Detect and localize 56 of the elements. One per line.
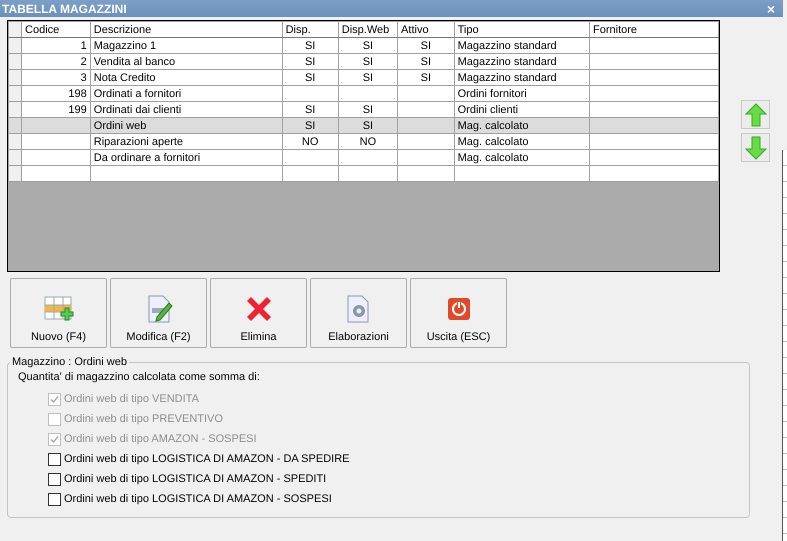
down-arrow-icon — [744, 136, 766, 160]
table-cell: SI — [282, 38, 338, 54]
up-arrow-icon — [744, 102, 766, 126]
table-cell: SI — [282, 118, 338, 134]
table-cell: Mag. calcolato — [454, 150, 590, 166]
table-cell: SI — [338, 70, 398, 86]
table-cell: Riparazioni aperte — [90, 134, 282, 150]
column-header[interactable]: Tipo — [454, 22, 590, 38]
toolbar-button[interactable]: Elaborazioni — [310, 278, 407, 348]
toolbar-button[interactable]: Elimina — [210, 278, 307, 348]
table-cell: Ordinati a fornitori — [90, 86, 282, 102]
window-title: TABELLA MAGAZZINI — [2, 2, 127, 16]
column-header[interactable]: Disp. — [282, 22, 338, 38]
table-cell: SI — [282, 70, 338, 86]
checkbox-option[interactable]: Ordini web di tipo LOGISTICA DI AMAZON - DA SPEDIRE — [48, 449, 749, 469]
table-cell: Mag. calcolato — [454, 118, 590, 134]
column-header[interactable]: Fornitore — [590, 22, 718, 38]
table-cell: Ordini fornitori — [454, 86, 590, 102]
column-header[interactable]: Descrizione — [90, 22, 282, 38]
table-cell: 2 — [22, 54, 90, 70]
table-cell: SI — [338, 38, 398, 54]
table-cell: NO — [338, 134, 398, 150]
toolbar-button[interactable]: Uscita (ESC) — [410, 278, 507, 348]
column-header[interactable]: Disp.Web — [338, 22, 398, 38]
table-cell: Vendita al banco — [90, 54, 282, 70]
table-cell: Ordini web — [90, 118, 282, 134]
checkbox[interactable] — [48, 492, 61, 506]
table-cell: Da ordinare a fornitori — [90, 150, 282, 166]
group-caption: Quantita' di magazzino calcolata come somma di: — [18, 371, 261, 383]
checkbox-option[interactable]: Ordini web di tipo LOGISTICA DI AMAZON - SPEDITI — [48, 469, 749, 489]
checkbox-option[interactable]: Ordini web di tipo LOGISTICA DI AMAZON - SOSPESI — [48, 489, 749, 509]
move-up-button[interactable] — [741, 100, 770, 129]
move-down-button[interactable] — [741, 133, 770, 162]
table-cell: 198 — [22, 86, 90, 102]
toolbar-button[interactable]: Modifica (F2) — [110, 278, 207, 348]
table-cell: Mag. calcolato — [454, 134, 590, 150]
checkbox[interactable] — [48, 452, 61, 466]
table-cell: SI — [338, 118, 398, 134]
table-cell: SI — [338, 54, 398, 70]
column-header[interactable]: Attivo — [398, 22, 454, 38]
group-legend: Magazzino : Ordini web — [10, 356, 129, 368]
table-cell: Nota Credito — [90, 70, 282, 86]
table-cell: SI — [398, 54, 454, 70]
table-cell: SI — [398, 38, 454, 54]
table-cell: Magazzino standard — [454, 70, 590, 86]
table-cell: Magazzino standard — [454, 54, 590, 70]
column-header[interactable]: Codice — [22, 22, 90, 38]
table-cell: 3 — [22, 70, 90, 86]
toolbar-button[interactable]: Nuovo (F4) — [10, 278, 107, 348]
checkbox[interactable] — [48, 472, 61, 486]
table-cell: Magazzino standard — [454, 38, 590, 54]
table-cell: SI — [282, 54, 338, 70]
table-cell: 1 — [22, 38, 90, 54]
table-cell: NO — [282, 134, 338, 150]
table-cell: SI — [398, 70, 454, 86]
table-cell: Magazzino 1 — [90, 38, 282, 54]
